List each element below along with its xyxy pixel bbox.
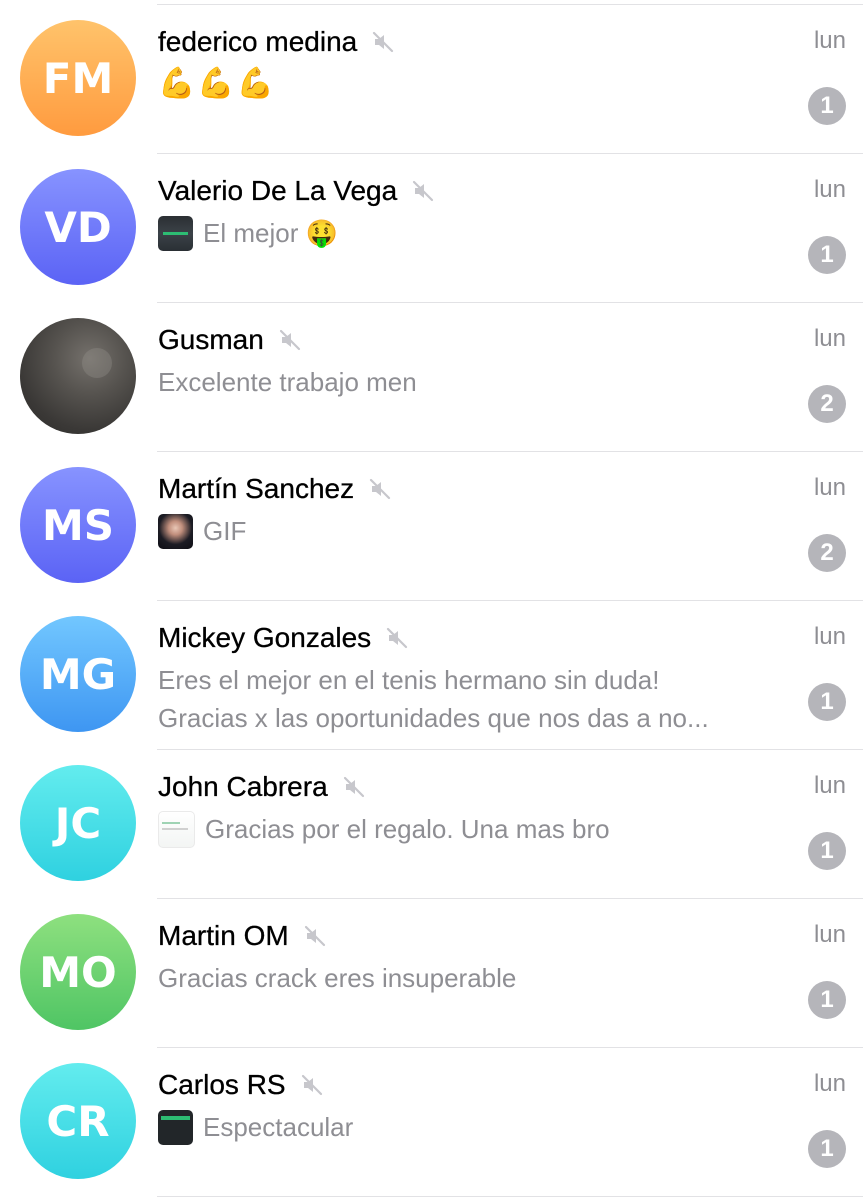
contact-name: Martin OM bbox=[158, 920, 289, 951]
preview-text: Gracias por el regalo. Una mas bro bbox=[205, 814, 610, 844]
unread-count-badge: 1 bbox=[808, 1130, 846, 1168]
chat-row-john-cabrera[interactable]: JC John Cabrera lun Gracias por el regal… bbox=[0, 750, 863, 899]
media-thumbnail bbox=[158, 215, 193, 251]
unread-count-badge: 2 bbox=[808, 385, 846, 423]
contact-name: Carlos RS bbox=[158, 1069, 286, 1100]
preview-text: Espectacular bbox=[203, 1112, 354, 1142]
contact-name: Mickey Gonzales bbox=[158, 622, 372, 653]
timestamp: lun bbox=[813, 623, 846, 650]
media-thumbnail bbox=[158, 1109, 193, 1145]
name-line: Mickey Gonzales bbox=[158, 621, 409, 655]
message-preview: El mejor 🤑 bbox=[158, 214, 773, 252]
muted-speaker-icon bbox=[413, 180, 434, 202]
timestamp: lun bbox=[813, 27, 846, 54]
avatar[interactable]: MO bbox=[20, 914, 136, 1030]
muted-speaker-icon bbox=[301, 1074, 322, 1096]
contact-name: John Cabrera bbox=[158, 771, 328, 802]
contact-name: Valerio De La Vega bbox=[158, 175, 398, 206]
preview-line-2: Gracias x las oportunidades que nos das … bbox=[158, 703, 709, 733]
timestamp: lun bbox=[813, 1070, 846, 1097]
muted-speaker-icon bbox=[373, 31, 394, 53]
name-line: Gusman bbox=[158, 323, 302, 357]
muted-speaker-icon bbox=[370, 478, 391, 500]
timestamp: lun bbox=[813, 921, 846, 948]
message-preview: GIF bbox=[158, 512, 773, 550]
document-thumbnail bbox=[158, 810, 195, 848]
name-line: John Cabrera bbox=[158, 770, 366, 804]
muted-speaker-icon bbox=[279, 329, 300, 351]
preview-text: Excelente trabajo men bbox=[158, 367, 417, 397]
chat-row-federico-medina[interactable]: FM federico medina lun 💪💪💪 1 bbox=[0, 5, 863, 154]
unread-count-badge: 2 bbox=[808, 534, 846, 572]
name-line: Valerio De La Vega bbox=[158, 174, 435, 208]
name-line: Martin OM bbox=[158, 919, 327, 953]
preview-text: Gracias crack eres insuperable bbox=[158, 963, 517, 993]
timestamp: lun bbox=[813, 325, 846, 352]
gif-thumbnail bbox=[158, 513, 193, 549]
name-line: Carlos RS bbox=[158, 1068, 324, 1102]
chat-row-valerio-de-la-vega[interactable]: VD Valerio De La Vega lun El mejor 🤑 1 bbox=[0, 154, 863, 303]
chat-row-mickey-gonzales[interactable]: MG Mickey Gonzales lun Eres el mejor en … bbox=[0, 601, 863, 750]
timestamp: lun bbox=[813, 474, 846, 501]
muted-speaker-icon bbox=[343, 776, 364, 798]
unread-count-badge: 1 bbox=[808, 683, 846, 721]
timestamp: lun bbox=[813, 176, 846, 203]
contact-name: Martín Sanchez bbox=[158, 473, 355, 504]
chat-list: FM federico medina lun 💪💪💪 1 VD Valerio … bbox=[0, 5, 863, 1197]
chat-row-carlos-rs[interactable]: CR Carlos RS lun Espectacular 1 bbox=[0, 1048, 863, 1197]
avatar[interactable]: MG bbox=[20, 616, 136, 732]
message-preview: Eres el mejor en el tenis hermano sin du… bbox=[158, 661, 773, 737]
avatar[interactable]: JC bbox=[20, 765, 136, 881]
avatar[interactable]: MS bbox=[20, 467, 136, 583]
preview-text: El mejor 🤑 bbox=[203, 218, 338, 248]
avatar[interactable]: FM bbox=[20, 20, 136, 136]
unread-count-badge: 1 bbox=[808, 832, 846, 870]
unread-count-badge: 1 bbox=[808, 981, 846, 1019]
chat-row-gusman[interactable]: Gusman lun Excelente trabajo men 2 bbox=[0, 303, 863, 452]
preview-line-1: Eres el mejor en el tenis hermano sin du… bbox=[158, 665, 660, 695]
message-preview: Gracias por el regalo. Una mas bro bbox=[158, 810, 773, 848]
timestamp: lun bbox=[813, 772, 846, 799]
contact-name: Gusman bbox=[158, 324, 264, 355]
muted-speaker-icon bbox=[387, 627, 408, 649]
avatar[interactable]: CR bbox=[20, 1063, 136, 1179]
muted-speaker-icon bbox=[304, 925, 325, 947]
chat-row-martin-sanchez[interactable]: MS Martín Sanchez lun GIF 2 bbox=[0, 452, 863, 601]
message-preview: Excelente trabajo men bbox=[158, 363, 773, 401]
avatar[interactable]: VD bbox=[20, 169, 136, 285]
name-line: Martín Sanchez bbox=[158, 472, 392, 506]
message-preview: Espectacular bbox=[158, 1108, 773, 1146]
message-preview: Gracias crack eres insuperable bbox=[158, 959, 773, 997]
contact-name: federico medina bbox=[158, 26, 358, 57]
preview-text: GIF bbox=[203, 516, 247, 546]
unread-count-badge: 1 bbox=[808, 236, 846, 274]
unread-count-badge: 1 bbox=[808, 87, 846, 125]
message-preview: 💪💪💪 bbox=[158, 67, 277, 100]
chat-row-martin-om[interactable]: MO Martin OM lun Gracias crack eres insu… bbox=[0, 899, 863, 1048]
name-line: federico medina bbox=[158, 25, 395, 59]
avatar-photo[interactable] bbox=[20, 318, 136, 434]
